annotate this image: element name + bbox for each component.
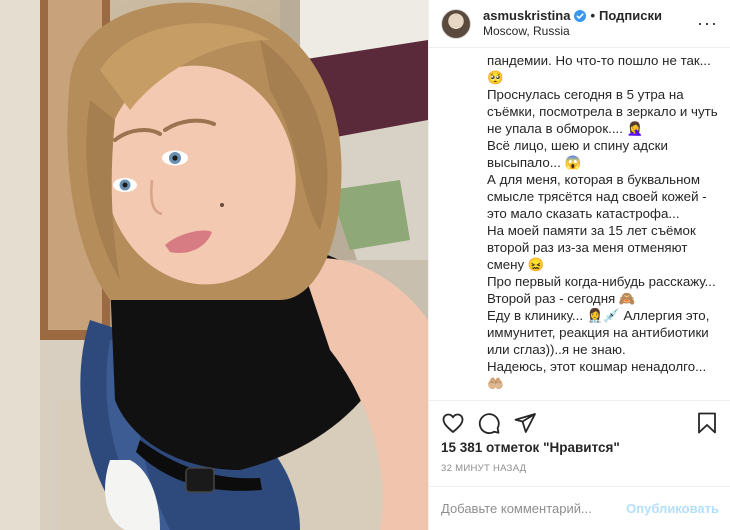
header-text: asmuskristina • Подписки Moscow, Russia [483,8,691,39]
avatar[interactable] [441,8,471,39]
caption-line: Надеюсь, этот кошмар ненадолго... [487,359,707,374]
more-options-icon[interactable]: ··· [691,13,718,34]
post-sidebar: asmuskristina • Подписки Moscow, Russia … [428,0,730,530]
caption-line: На моей памяти за 15 лет съёмок второй р… [487,223,700,272]
bookmark-icon[interactable] [695,411,719,435]
heart-icon[interactable] [441,411,465,435]
action-bar [429,400,730,444]
caption-line: 🤲🏼 [487,376,504,391]
paper-plane-icon[interactable] [513,411,537,435]
post-photo[interactable] [0,0,428,530]
header-separator: • [590,7,595,23]
instagram-post: asmuskristina • Подписки Moscow, Russia … [0,0,730,530]
caption-line: пандемии. Но что-то пошло не так... [487,53,711,68]
caption-line: Проснулась сегодня в 5 утра на съёмки, п… [487,87,722,136]
publish-button[interactable]: Опубликовать [626,501,719,516]
caption-line: 🥺 [487,70,504,85]
caption-line: Еду в клинику... 👩‍⚕️💉 Аллергия это, имм… [487,308,714,357]
comment-input[interactable] [441,501,627,516]
location-link[interactable]: Moscow, Russia [483,24,691,39]
following-button[interactable]: Подписки [599,8,662,24]
verified-badge-icon [574,10,587,22]
username-link[interactable]: asmuskristina [483,8,570,24]
comment-bubble-icon[interactable] [477,411,501,435]
comment-box: Опубликовать [429,486,730,530]
post-timestamp[interactable]: 32 минут назад [441,463,526,474]
caption-line: Про первый когда-нибудь расскажу... Втор… [487,274,720,306]
selfie-illustration [0,0,428,530]
post-header: asmuskristina • Подписки Moscow, Russia … [429,0,730,48]
caption-line: Всё лицо, шею и спину адски высыпало... … [487,138,672,170]
caption-line: А для меня, которая в буквальном смысле … [487,172,711,221]
likes-count[interactable]: 15 381 отметок "Нравится" [441,440,620,455]
user-row: asmuskristina • Подписки [483,8,691,24]
caption-text: пандемии. Но что-то пошло не так... 🥺 Пр… [429,48,730,400]
